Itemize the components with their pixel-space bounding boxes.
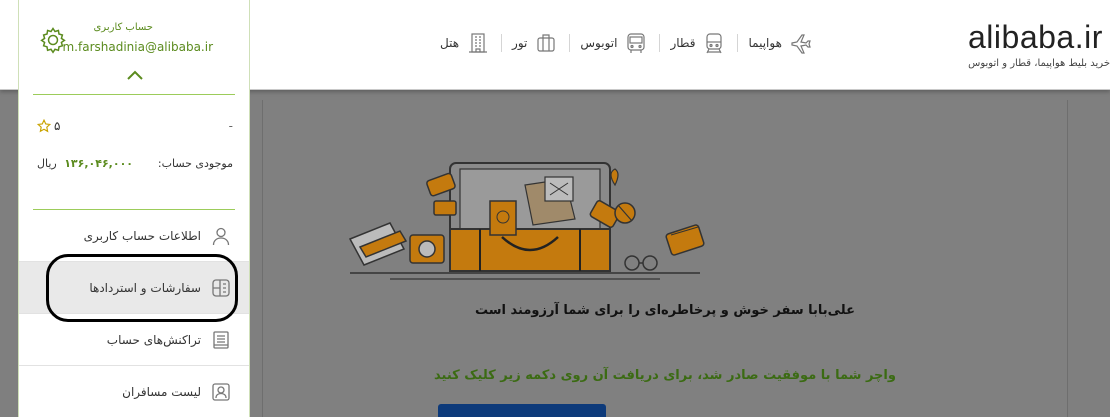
nav-divider — [569, 34, 571, 52]
balance-row: موجودی حساب: ۱۳۶,۰۴۶,۰۰۰ ریال — [33, 145, 235, 210]
passengers-icon — [212, 383, 230, 401]
nav-airplane[interactable]: هواپیما — [738, 28, 823, 58]
nav-tour-label: تور — [512, 36, 528, 50]
nav-hotel-label: هتل — [440, 36, 460, 50]
account-dropdown: حساب کاربری m.farshadinia@alibaba.ir - ۵… — [18, 0, 250, 417]
star-icon — [37, 119, 51, 133]
hotel-icon — [465, 30, 491, 56]
menu-item-label: اطلاعات حساب کاربری — [83, 228, 201, 243]
bus-icon — [623, 30, 649, 56]
balance-amount: ۱۳۶,۰۴۶,۰۰۰ — [64, 157, 134, 170]
menu-item-transactions[interactable]: تراکنش‌های حساب — [19, 314, 249, 366]
rating-value: ۵ — [37, 119, 60, 133]
menu-item-passengers[interactable]: لیست مسافران — [19, 366, 249, 417]
travel-suitcase-illustration — [348, 162, 705, 280]
voucher-message: واچر شما با موفقیت صادر شد، برای دریافت … — [434, 368, 896, 383]
balance-value: ۱۳۶,۰۴۶,۰۰۰ ریال — [37, 157, 133, 170]
nav-tour[interactable]: تور — [502, 28, 569, 58]
balance-unit: ریال — [37, 157, 57, 170]
chevron-up-icon[interactable] — [125, 68, 145, 82]
account-header[interactable]: حساب کاربری m.farshadinia@alibaba.ir — [33, 0, 235, 95]
nav-bus[interactable]: اتوبوس — [570, 28, 659, 58]
menu-item-account-info[interactable]: اطلاعات حساب کاربری — [19, 210, 249, 262]
nav-airplane-label: هواپیما — [748, 36, 782, 50]
receipt-icon — [213, 331, 229, 349]
nav-bus-label: اتوبوس — [580, 36, 618, 50]
balance-label: موجودی حساب: — [157, 157, 233, 170]
nav-train[interactable]: قطار — [660, 28, 737, 58]
nav-divider — [501, 34, 503, 52]
main-nav: هواپیما قطار اتوبوس تور هتل — [430, 28, 824, 58]
brand-tagline: خرید بلیط هواپیما، قطار و اتوبوس — [968, 58, 1110, 69]
rating-row: - ۵ — [33, 95, 235, 145]
suitcase-icon — [533, 30, 559, 56]
gear-icon[interactable] — [39, 26, 67, 54]
brand-logo[interactable]: alibaba.ir — [960, 18, 1110, 56]
menu-item-label: سفارشات و استردادها — [89, 280, 201, 295]
rating-dash: - — [228, 119, 233, 133]
nav-hotel[interactable]: هتل — [430, 28, 501, 58]
menu-item-orders-refunds[interactable]: سفارشات و استردادها — [19, 262, 249, 314]
menu-item-label: لیست مسافران — [122, 384, 201, 399]
nav-train-label: قطار — [670, 36, 696, 50]
nav-divider — [737, 34, 739, 52]
user-icon — [212, 227, 230, 246]
menu-item-label: تراکنش‌های حساب — [106, 332, 201, 347]
rating-number: ۵ — [54, 119, 61, 133]
nav-divider — [659, 34, 661, 52]
account-email: m.farshadinia@alibaba.ir — [62, 40, 213, 54]
orders-icon — [212, 279, 230, 297]
account-label: حساب کاربری — [93, 22, 153, 33]
train-icon — [701, 30, 727, 56]
brand[interactable]: alibaba.ir خرید بلیط هواپیما، قطار و اتو… — [960, 18, 1110, 69]
airplane-icon — [788, 30, 814, 56]
welcome-message: علی‌بابا سفر خوش و پرخاطره‌ای را برای شم… — [475, 303, 855, 318]
download-voucher-button[interactable] — [438, 404, 606, 417]
